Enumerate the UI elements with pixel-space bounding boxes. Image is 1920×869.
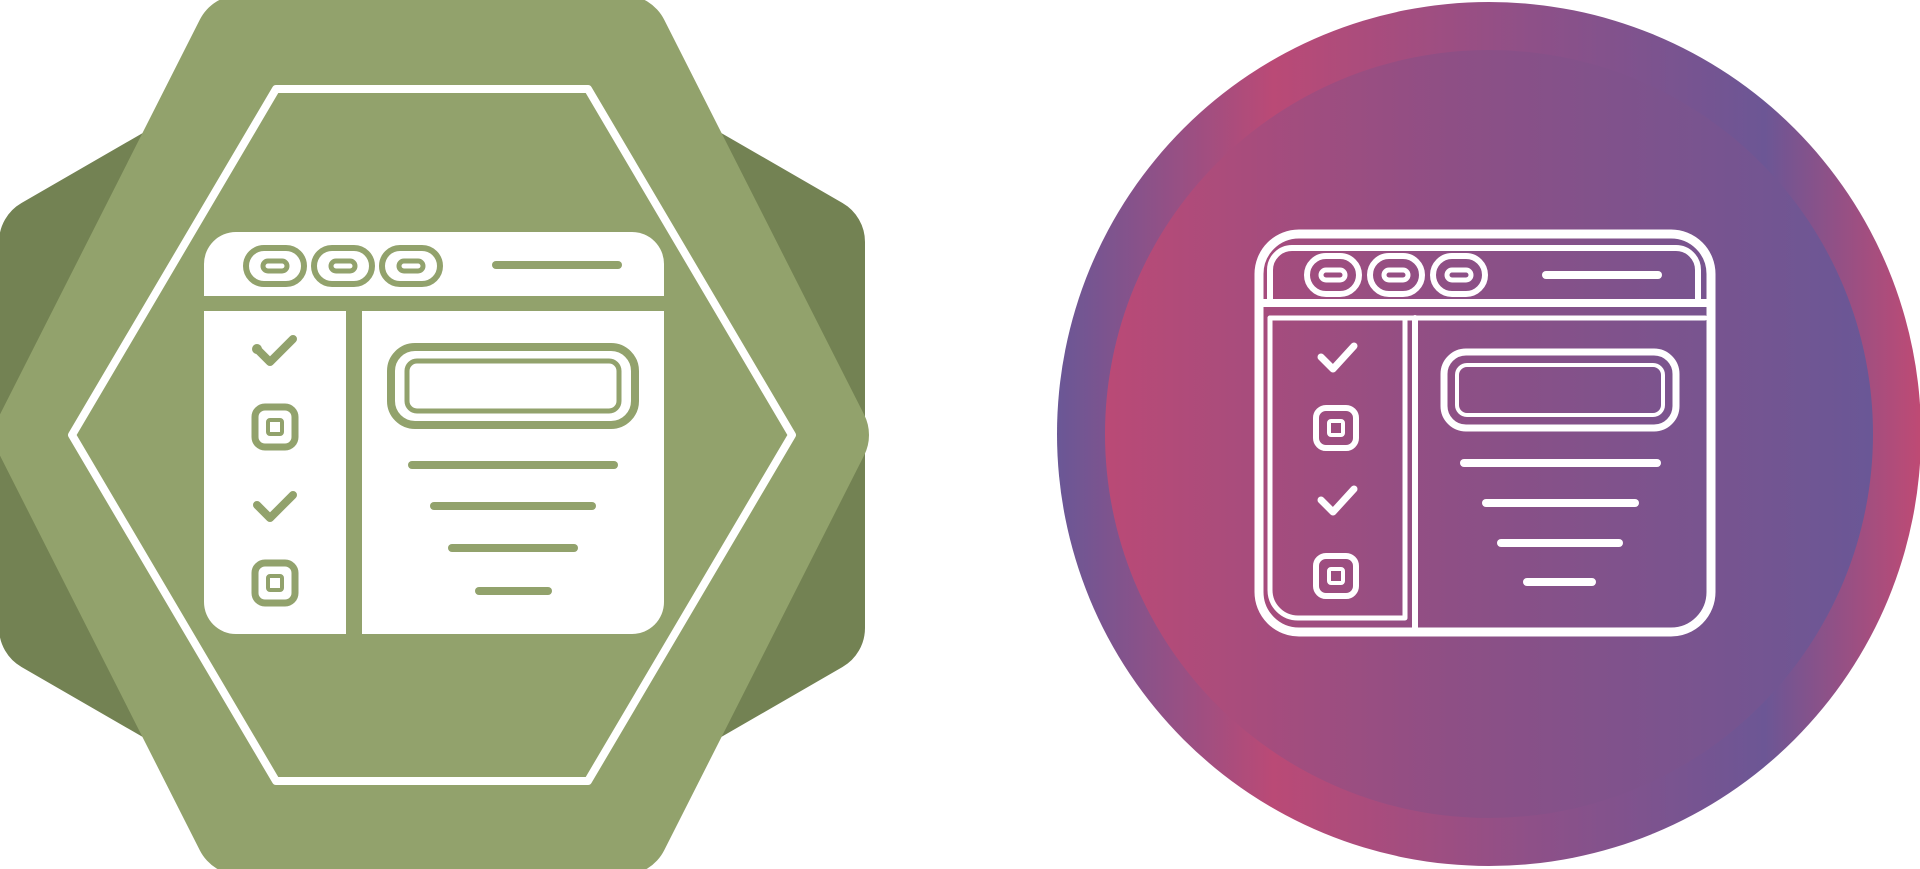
browser-checklist-glyph-icon: [204, 232, 664, 634]
icon-sheet: [0, 0, 1920, 869]
gradient-circle-badge: [1057, 2, 1920, 866]
circle-inner-disc: [1105, 50, 1873, 818]
